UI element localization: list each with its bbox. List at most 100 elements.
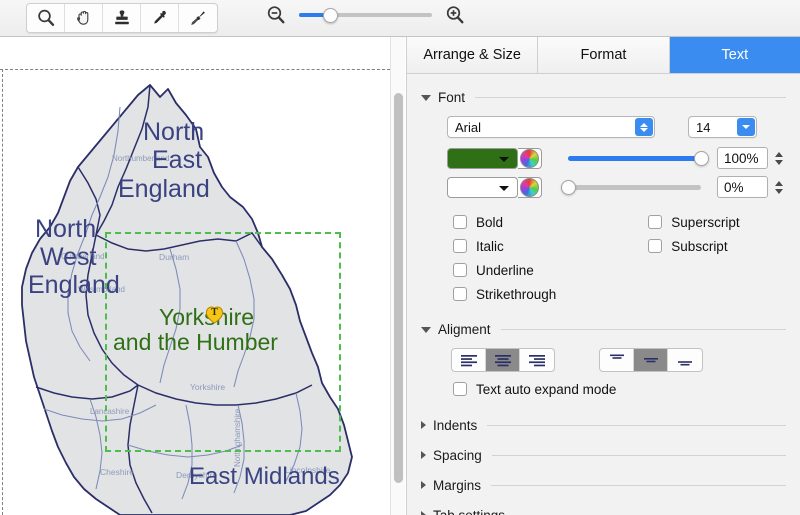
outline-opacity-slider[interactable] (568, 185, 702, 190)
alignment-section-header[interactable]: Aligment (407, 316, 800, 342)
magnifier-icon (36, 8, 56, 28)
checkbox-box (453, 263, 467, 277)
checkbox-label: Bold (476, 215, 503, 230)
zoom-control (265, 4, 466, 26)
spacing-section-header[interactable]: Spacing (407, 442, 800, 468)
horizontal-alignment-group (451, 348, 555, 372)
checkbox-bold[interactable]: Bold (453, 210, 556, 234)
text-badge-label: T (205, 307, 224, 318)
eyedropper-tool[interactable] (141, 4, 179, 32)
panel-tabs: Arrange & Size Format Text (407, 37, 800, 74)
checkbox-label: Text auto expand mode (476, 382, 616, 397)
checkbox-box (648, 215, 662, 229)
font-family-value: Arial (448, 120, 481, 135)
scrollbar-thumb[interactable] (394, 93, 403, 483)
section-rule (487, 425, 786, 426)
map-canvas[interactable]: NorthumberlandDurhamCumberlandWestmorlan… (0, 37, 390, 515)
fill-opacity-stepper[interactable] (772, 147, 786, 169)
hand-tool[interactable] (65, 4, 103, 32)
disclosure-triangle-closed-icon (421, 511, 426, 515)
chevron-down-icon (640, 128, 648, 132)
magnifier-tool[interactable] (27, 4, 65, 32)
tab-format[interactable]: Format (538, 37, 669, 73)
outline-opacity-stepper[interactable] (772, 176, 786, 198)
checkbox-underline[interactable]: Underline (453, 258, 556, 282)
slider-knob[interactable] (694, 151, 709, 166)
chevron-down-icon (742, 125, 750, 129)
align-top-button[interactable] (600, 349, 634, 371)
checkbox-text-auto-expand-mode[interactable]: Text auto expand mode (453, 377, 616, 401)
font-size-select[interactable]: 14 (688, 116, 757, 138)
fill-opacity-value[interactable]: 100% (717, 147, 768, 169)
outline-opacity-value[interactable]: 0% (717, 176, 768, 198)
chevron-down-icon (775, 160, 783, 165)
zoom-slider-knob[interactable] (323, 8, 338, 23)
font-family-select[interactable]: Arial (447, 116, 655, 138)
align-center-button[interactable] (486, 349, 520, 371)
tab-settings-section-header[interactable]: Tab settings (407, 502, 800, 515)
section-rule (491, 485, 786, 486)
zoom-slider[interactable] (299, 13, 432, 17)
checkbox-superscript[interactable]: Superscript (648, 210, 739, 234)
slider-fill (568, 156, 702, 161)
brush-tool[interactable] (179, 4, 217, 32)
map-label: North (143, 118, 204, 146)
hand-icon (74, 8, 94, 28)
canvas-vertical-scrollbar[interactable] (390, 37, 405, 515)
disclosure-triangle-open-icon (421, 95, 431, 101)
fill-color-wheel-button[interactable] (518, 148, 541, 169)
top-toolbar (0, 0, 800, 37)
font-family-stepper[interactable] (635, 118, 653, 136)
align-right-button[interactable] (520, 349, 554, 371)
tab-label: Format (581, 47, 627, 63)
font-family-row: Arial 14 (407, 116, 800, 138)
font-section-header[interactable]: Font (407, 84, 800, 110)
checkbox-label: Subscript (671, 239, 727, 254)
fill-opacity-slider[interactable] (568, 156, 702, 161)
tab-text[interactable]: Text (670, 37, 800, 73)
checkbox-subscript[interactable]: Subscript (648, 234, 739, 258)
align-left-icon (459, 353, 479, 367)
paintbrush-icon (188, 8, 208, 28)
align-bottom-button[interactable] (668, 349, 702, 371)
chevron-down-icon (499, 157, 509, 162)
align-right-icon (527, 353, 547, 367)
section-rule (475, 97, 786, 98)
map-label: England (118, 175, 210, 203)
font-styles-left-column: Bold Italic Underline Strikethrough (453, 210, 556, 306)
margins-section-header[interactable]: Margins (407, 472, 800, 498)
outline-color-wheel-button[interactable] (518, 177, 541, 198)
checkbox-box (648, 239, 662, 253)
map-label: East Midlands (189, 463, 340, 490)
chevron-up-icon (640, 123, 648, 127)
application-window: NorthumberlandDurhamCumberlandWestmorlan… (0, 0, 800, 515)
checkbox-italic[interactable]: Italic (453, 234, 556, 258)
stamp-tool[interactable] (103, 4, 141, 32)
disclosure-triangle-open-icon (421, 327, 431, 333)
auto-expand-row: Text auto expand mode (407, 377, 800, 401)
alignment-section-title: Aligment (438, 322, 491, 337)
indents-section-header[interactable]: Indents (407, 412, 800, 438)
align-left-button[interactable] (452, 349, 486, 371)
text-selection-rectangle[interactable] (105, 232, 341, 452)
chevron-up-icon (775, 152, 783, 157)
disclosure-triangle-closed-icon (421, 451, 426, 459)
tab-arrange-and-size[interactable]: Arrange & Size (407, 37, 538, 73)
outline-color-select[interactable] (447, 177, 518, 198)
chevron-down-icon (499, 186, 509, 191)
checkbox-label: Strikethrough (476, 287, 556, 302)
zoom-out-icon[interactable] (265, 4, 287, 26)
align-middle-button[interactable] (634, 349, 668, 371)
disclosure-triangle-closed-icon (421, 421, 426, 429)
fill-color-select[interactable] (447, 148, 518, 169)
font-size-stepper[interactable] (737, 118, 755, 136)
vertical-alignment-group (599, 348, 703, 372)
checkbox-strikethrough[interactable]: Strikethrough (453, 282, 556, 306)
align-top-icon (607, 353, 627, 367)
checkbox-box (453, 239, 467, 253)
align-center-icon (493, 353, 513, 367)
text-handle-badge[interactable]: T (205, 305, 224, 324)
slider-knob[interactable] (561, 180, 576, 195)
zoom-in-icon[interactable] (444, 4, 466, 26)
tab-settings-section-title: Tab settings (433, 508, 505, 515)
